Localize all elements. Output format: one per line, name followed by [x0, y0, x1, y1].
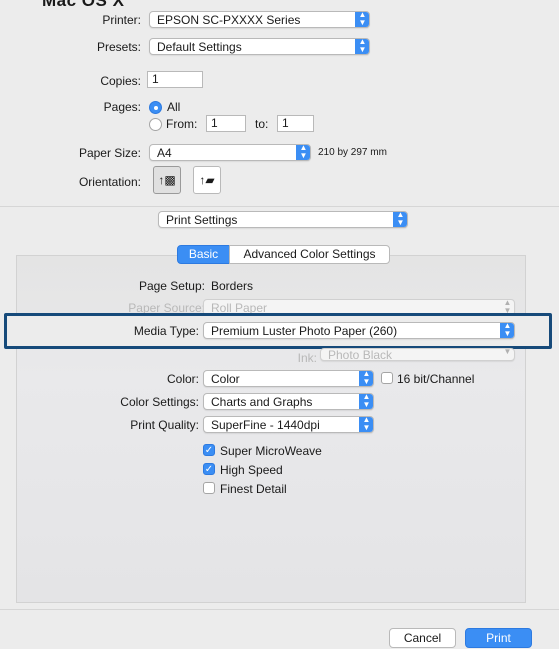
paper-size-dimensions: 210 by 297 mm [318, 147, 387, 158]
chevron-updown-icon: ▲ ▼ [355, 12, 369, 27]
print-quality-popup[interactable]: SuperFine - 1440dpi ▲ ▼ [203, 416, 374, 433]
16-bit-label: 16 bit/Channel [397, 372, 475, 386]
paper-size-value: A4 [157, 146, 172, 160]
chevron-updown-icon: ▲ ▼ [355, 39, 369, 54]
pages-to-label: to: [255, 117, 269, 131]
section-popup-value: Print Settings [166, 213, 238, 227]
portrait-icon: ↑▩ [158, 173, 176, 187]
chevron-updown-icon: ▲ ▼ [359, 394, 373, 409]
chevron-updown-icon: ▲ ▼ [296, 145, 310, 160]
finest-detail-label: Finest Detail [220, 482, 287, 496]
ink-value: Photo Black [328, 348, 393, 361]
orientation-label: Orientation: [78, 175, 141, 189]
presets-popup[interactable]: Default Settings ▲ ▼ [149, 38, 370, 55]
super-microweave-checkbox[interactable]: ✓ [203, 444, 215, 456]
color-label: Color: [166, 372, 199, 386]
color-popup[interactable]: Color ▲ ▼ [203, 370, 374, 387]
presets-label: Presets: [96, 40, 141, 54]
page-setup-value: Borders [211, 279, 254, 293]
color-settings-label: Color Settings: [120, 395, 199, 409]
page-heading: Mac OS X [42, 0, 125, 10]
printer-value: EPSON SC-PXXXX Series [157, 13, 301, 27]
tab-basic[interactable]: Basic [177, 245, 230, 264]
printer-popup[interactable]: EPSON SC-PXXXX Series ▲ ▼ [149, 11, 370, 28]
pages-all-label: All [167, 100, 181, 114]
pages-to-field[interactable]: 1 [277, 115, 314, 132]
copies-field[interactable]: 1 [147, 71, 203, 88]
ink-popup[interactable]: Photo Black ▼ [320, 348, 515, 361]
presets-value: Default Settings [157, 40, 242, 54]
page-setup-label: Page Setup: [138, 279, 205, 293]
ink-label: Ink: [297, 351, 317, 365]
color-value: Color [211, 372, 240, 386]
tab-advanced-color-settings[interactable]: Advanced Color Settings [229, 245, 390, 264]
high-speed-checkbox[interactable]: ✓ [203, 463, 215, 475]
color-settings-popup[interactable]: Charts and Graphs ▲ ▼ [203, 393, 374, 410]
super-microweave-label: Super MicroWeave [220, 444, 322, 458]
printer-label: Printer: [102, 13, 141, 27]
print-button[interactable]: Print [465, 628, 532, 648]
pages-from-radio[interactable] [149, 118, 162, 131]
chevron-down-icon: ▼ [503, 348, 512, 356]
finest-detail-checkbox[interactable] [203, 482, 215, 494]
bottom-separator [0, 609, 559, 610]
cancel-button[interactable]: Cancel [389, 628, 456, 648]
chevron-updown-icon: ▲ ▼ [359, 417, 373, 432]
16-bit-checkbox[interactable] [381, 372, 393, 384]
pages-label: Pages: [103, 100, 141, 114]
copies-label: Copies: [100, 74, 141, 88]
paper-size-label: Paper Size: [78, 146, 141, 160]
separator [0, 206, 559, 207]
print-quality-label: Print Quality: [130, 418, 199, 432]
print-quality-value: SuperFine - 1440dpi [211, 418, 320, 432]
landscape-orientation-button[interactable]: ↑▰ [193, 166, 221, 194]
media-type-highlight [4, 313, 552, 349]
paper-size-popup[interactable]: A4 ▲ ▼ [149, 144, 311, 161]
section-popup[interactable]: Print Settings ▲ ▼ [158, 211, 408, 228]
pages-from-field[interactable]: 1 [206, 115, 246, 132]
high-speed-label: High Speed [220, 463, 283, 477]
portrait-orientation-button[interactable]: ↑▩ [153, 166, 181, 194]
chevron-updown-icon: ▲ ▼ [359, 371, 373, 386]
pages-from-label: From: [166, 117, 198, 131]
pages-all-radio[interactable] [149, 101, 162, 114]
color-settings-value: Charts and Graphs [211, 395, 313, 409]
landscape-icon: ↑▰ [199, 173, 215, 187]
chevron-updown-icon: ▲ ▼ [393, 212, 407, 227]
